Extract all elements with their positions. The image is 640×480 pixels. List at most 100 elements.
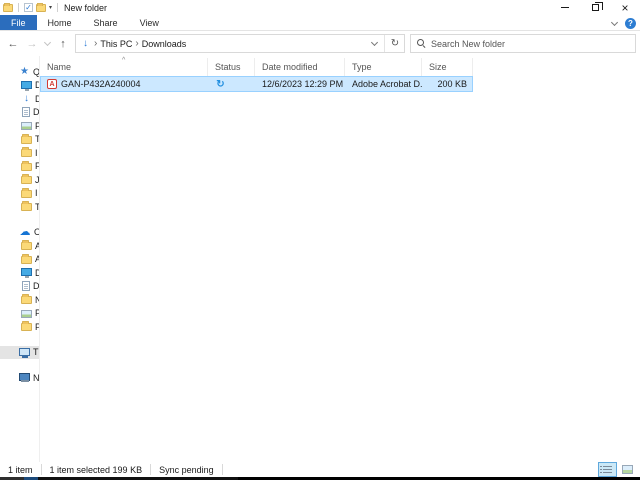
view-toggle-buttons [598,462,640,477]
back-button[interactable]: ← [6,38,20,50]
sidebar-item-label: N [35,295,39,305]
tab-view[interactable]: View [129,15,170,30]
tab-share[interactable]: Share [83,15,129,30]
breadcrumb-chevron-icon: › [94,38,98,49]
address-bar-controls: ↻ [365,35,404,52]
sidebar-item-documents[interactable]: Documents [0,106,39,120]
folder-icon [21,133,32,144]
folder-icon[interactable] [3,2,13,12]
sidebar-item-j[interactable]: J [0,173,39,187]
help-icon[interactable]: ? [625,17,636,29]
sidebar-item-label: I [35,188,38,199]
customize-qat-caret-icon[interactable]: ▾ [49,4,52,11]
details-view-button[interactable] [598,462,617,477]
sidebar-item-label: P [35,322,39,332]
onedrive-icon [19,227,31,238]
thispc-icon [19,347,30,358]
navigation-pane: Quick access Desktop Downloads Documents Pic… [0,56,40,462]
close-button[interactable]: × [610,0,640,15]
sidebar-item-label: Quick access [33,67,39,77]
up-button[interactable]: ↑ [56,38,70,50]
navigation-toolbar: ← → ↑ ›This PC›Downloads ↻ [0,31,640,56]
forward-button[interactable]: → [25,38,39,50]
breadcrumb: ›This PC›Downloads [80,38,365,49]
folder-icon [21,253,32,264]
window-title: New folder [64,2,108,13]
restore-icon [591,2,603,11]
sidebar-item-documents[interactable]: Documents [0,280,39,294]
document-icon [22,107,30,118]
sidebar-item-desktop[interactable]: Desktop [0,266,39,280]
sidebar-item-n[interactable]: N [0,293,39,307]
sidebar-item-quick-access[interactable]: Quick access [0,65,39,79]
sidebar-item-network[interactable]: Network [0,371,39,385]
sidebar-item-i[interactable]: I [0,146,39,160]
sidebar-item-t[interactable]: T [0,200,39,214]
tab-file[interactable]: File [0,15,37,30]
expand-ribbon-chevron-icon[interactable] [610,18,619,26]
search-box[interactable] [410,34,636,53]
status-text: 1 item [8,464,33,475]
sidebar-item-label: J [35,175,39,185]
desktop-icon [21,268,32,279]
search-input[interactable] [431,38,635,49]
sidebar-item-onedrive[interactable]: OneDrive [0,226,39,240]
large-icons-view-button[interactable] [619,463,636,476]
restore-button[interactable] [580,0,610,15]
document-icon [22,281,30,292]
sidebar-item-pictures[interactable]: Pictures [0,307,39,321]
sidebar-item-desktop[interactable]: Desktop [0,79,39,93]
refresh-button[interactable]: ↻ [386,35,404,52]
minimize-button[interactable] [550,0,580,15]
new-folder-icon[interactable] [36,2,46,12]
sidebar-item-label: Pictures [35,121,39,131]
sidebar-item-this-pc[interactable]: This PC [0,345,39,359]
close-icon: × [621,0,629,15]
star-icon [19,66,30,77]
table-row[interactable]: GAN-P432A240004 12/6/2023 12:29 PM Adobe A… [40,76,473,92]
column-header-date-modified[interactable]: Date modified [255,58,345,76]
sidebar-item-label: Pictures [35,308,39,318]
breadcrumb-item[interactable]: Downloads [142,39,187,49]
sidebar-item-a[interactable]: A [0,239,39,253]
sidebar-item-label: F [35,161,39,171]
column-header-status[interactable]: Status [208,58,255,76]
file-list-area: ^ NameStatusDate modifiedTypeSize GAN-P4… [40,56,640,462]
column-header-type[interactable]: Type [345,58,422,76]
breadcrumb-item[interactable]: This PC [100,39,132,49]
column-header-size[interactable]: Size [422,58,473,76]
ribbon-tab-row: File Home Share View ? [0,15,640,31]
address-bar[interactable]: ›This PC›Downloads ↻ [75,34,405,53]
sync-icon [215,79,226,90]
details-view-icon [600,466,612,473]
sort-ascending-icon: ^ [122,57,126,64]
file-name-cell: GAN-P432A240004 [40,76,208,92]
pdf-icon [47,79,57,89]
sidebar-item-f[interactable]: F [0,160,39,174]
sidebar-item-downloads[interactable]: Downloads [0,92,39,106]
sidebar-item-label: I [35,147,38,158]
properties-icon[interactable] [24,3,33,12]
sidebar-item-t[interactable]: T [0,133,39,147]
sidebar-item-pictures[interactable]: Pictures [0,119,39,133]
address-dropdown-chevron-icon[interactable] [365,35,383,52]
sidebar-item-label: A [35,254,39,264]
file-type-cell: Adobe Acrobat D... [352,79,422,89]
sidebar-item-i[interactable]: I [0,187,39,201]
folder-icon [21,321,32,332]
sidebar-item-a[interactable]: A [0,253,39,267]
sidebar-item-p[interactable]: P [0,320,39,334]
divider [221,464,223,475]
sidebar-item-label: Desktop [35,268,39,278]
tab-home[interactable]: Home [37,15,83,30]
downloads-icon [21,93,32,104]
file-rows: GAN-P432A240004 12/6/2023 12:29 PM Adobe A… [40,76,640,92]
status-text: Sync pending [159,464,214,475]
recent-locations-chevron-icon[interactable] [43,38,52,47]
file-date-cell: 12/6/2023 12:29 PM [262,79,344,89]
sidebar-item-label: A [35,241,39,251]
search-icon [417,39,426,48]
